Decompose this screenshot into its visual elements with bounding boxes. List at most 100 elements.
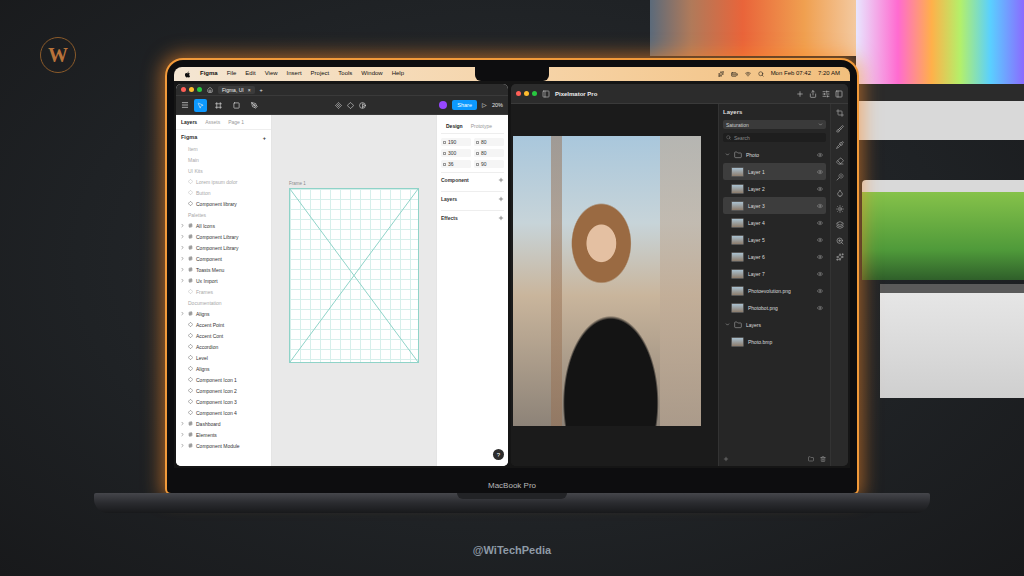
layer-row[interactable]: Component Icon 2 [176, 385, 271, 396]
battery-icon[interactable] [731, 71, 738, 78]
tool-button[interactable] [248, 99, 261, 112]
layer-row[interactable]: Level [176, 352, 271, 363]
menu-item[interactable]: Window [361, 70, 382, 77]
minimize-button[interactable] [189, 87, 194, 92]
layer-row[interactable]: Layer 1 [723, 163, 826, 180]
tool-button[interactable] [194, 99, 207, 112]
panel-icon[interactable] [835, 90, 843, 98]
canvas[interactable]: Frame 1 [272, 115, 436, 466]
layer-row[interactable]: Component Icon 3 [176, 396, 271, 407]
layer-row[interactable]: Component Icon 1 [176, 374, 271, 385]
eraser-icon[interactable] [836, 157, 844, 165]
eye-icon[interactable] [817, 271, 823, 277]
tool-button[interactable] [212, 99, 225, 112]
eye-icon[interactable] [817, 169, 823, 175]
chevron-icon[interactable] [180, 421, 185, 426]
layer-row[interactable]: Toasts Menu [176, 264, 271, 275]
property-field[interactable]: 80 [474, 149, 504, 157]
chevron-icon[interactable] [180, 256, 185, 261]
chevron-icon[interactable] [180, 245, 185, 250]
layer-row[interactable]: Layer 2 [723, 180, 826, 197]
present-button[interactable]: ▷ [482, 102, 487, 108]
close-button[interactable] [516, 91, 521, 96]
eye-icon[interactable] [817, 220, 823, 226]
chevron-icon[interactable] [180, 311, 185, 316]
layer-row[interactable]: Documentation [176, 297, 271, 308]
image-canvas[interactable] [511, 104, 718, 466]
close-button[interactable] [181, 87, 186, 92]
property-field[interactable]: 300 [441, 149, 471, 157]
layer-row[interactable]: Photo.bmp [723, 333, 826, 350]
menu-item[interactable]: Help [392, 70, 404, 77]
chevron-icon[interactable] [180, 234, 185, 239]
layer-row[interactable]: Aligns [176, 308, 271, 319]
layer-row[interactable]: Component [176, 253, 271, 264]
layer-row[interactable]: Component Module [176, 440, 271, 451]
design-tab[interactable]: Prototype [471, 123, 492, 129]
zoom-button[interactable] [532, 91, 537, 96]
layer-row[interactable]: Button [176, 187, 271, 198]
chevron-icon[interactable] [180, 278, 185, 283]
zoom-menu[interactable]: 20% [492, 102, 503, 108]
layer-row[interactable]: Aligns [176, 363, 271, 374]
layer-row[interactable]: Photobot.png [723, 299, 826, 316]
layer-row[interactable]: Figma+ [176, 132, 271, 143]
add-page-button[interactable]: + [263, 135, 266, 141]
zoom-button[interactable] [197, 87, 202, 92]
layer-row[interactable]: Layer 4 [723, 214, 826, 231]
eye-icon[interactable] [817, 237, 823, 243]
group-icon[interactable] [808, 456, 814, 462]
brush-icon[interactable] [836, 125, 844, 133]
layer-row[interactable]: Accent Point [176, 319, 271, 330]
layer-row[interactable]: Photoevolution.png [723, 282, 826, 299]
chevron-icon[interactable] [180, 432, 185, 437]
menu-item[interactable]: View [265, 70, 278, 77]
panel-section[interactable]: Component [441, 172, 504, 187]
design-frame[interactable] [289, 188, 419, 363]
eye-icon[interactable] [817, 203, 823, 209]
chevron-icon[interactable] [180, 267, 185, 272]
chevron-icon[interactable] [180, 443, 185, 448]
design-tab[interactable]: Design [446, 123, 463, 129]
layer-row[interactable]: Layer 7 [723, 265, 826, 282]
layer-row[interactable]: Elements [176, 429, 271, 440]
layer-row[interactable]: Layers [723, 316, 826, 333]
minimize-button[interactable] [524, 91, 529, 96]
sun-icon[interactable] [836, 205, 844, 213]
layer-row[interactable]: UI Kits [176, 165, 271, 176]
layer-row[interactable]: Dashboard [176, 418, 271, 429]
droplet-icon[interactable] [836, 189, 844, 197]
menu-icon[interactable] [181, 101, 189, 109]
zoom-icon[interactable] [836, 237, 844, 245]
layer-row[interactable]: Lorem ipsum dolor [176, 176, 271, 187]
diamond-icon[interactable] [347, 102, 354, 109]
add-layer-icon[interactable] [723, 456, 729, 462]
user-avatar[interactable] [439, 101, 447, 109]
property-field[interactable]: 80 [474, 138, 504, 146]
chevron-icon[interactable] [180, 223, 185, 228]
blend-mode-select[interactable]: Saturation [723, 120, 826, 129]
layer-row[interactable]: Item [176, 143, 271, 154]
eye-icon[interactable] [817, 254, 823, 260]
menu-item[interactable]: File [227, 70, 237, 77]
menu-item[interactable]: Insert [287, 70, 302, 77]
help-button[interactable]: ? [493, 449, 504, 460]
menu-item[interactable]: Project [311, 70, 330, 77]
trash-icon[interactable] [820, 456, 826, 462]
crop-icon[interactable] [836, 109, 844, 117]
pipette-icon[interactable] [836, 141, 844, 149]
eye-icon[interactable] [817, 186, 823, 192]
property-field[interactable]: 190 [441, 138, 471, 146]
eye-icon[interactable] [817, 305, 823, 311]
search-icon[interactable] [758, 71, 764, 77]
file-tab[interactable]: Figma, UI× [218, 86, 255, 94]
eye-icon[interactable] [817, 288, 823, 294]
wand-icon[interactable] [836, 173, 844, 181]
tool-button[interactable] [230, 99, 243, 112]
layer-row[interactable]: Frames [176, 286, 271, 297]
layer-row[interactable]: Layer 5 [723, 231, 826, 248]
layer-row[interactable]: All Icons [176, 220, 271, 231]
layer-row[interactable]: Component Library [176, 242, 271, 253]
layer-row[interactable]: Main [176, 154, 271, 165]
layer-search[interactable]: Search [723, 133, 826, 142]
